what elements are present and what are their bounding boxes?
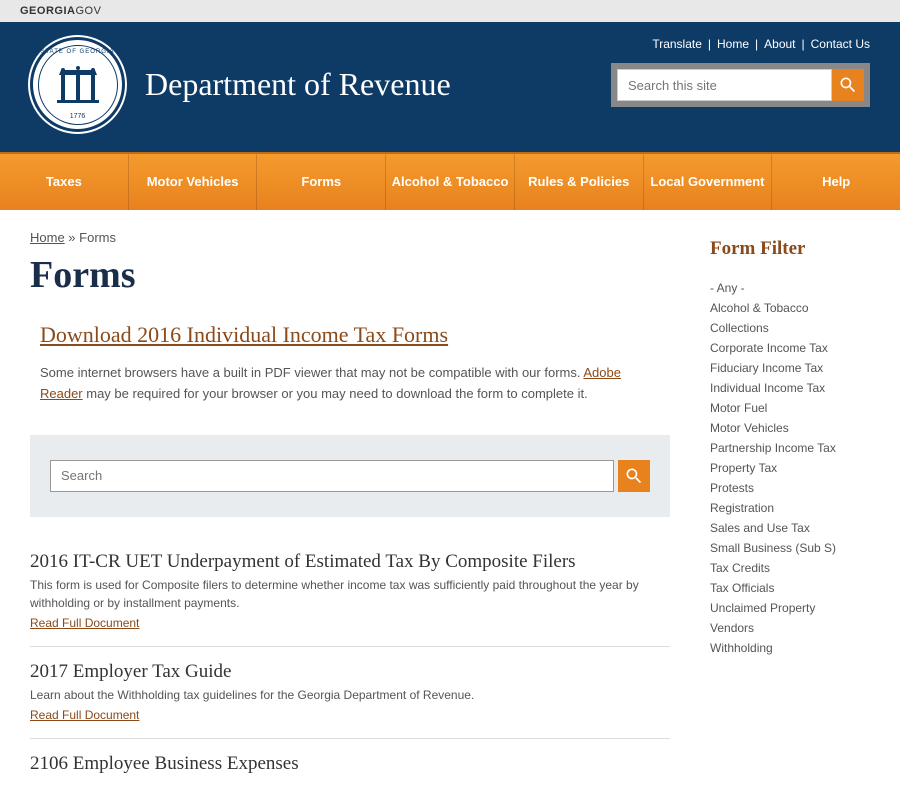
sidebar: Form Filter - Any - Alcohol & Tobacco Co… — [700, 210, 900, 812]
form-item-desc: This form is used for Composite filers t… — [30, 576, 670, 612]
filter-item[interactable]: Individual Income Tax — [710, 378, 880, 398]
form-search-button[interactable] — [618, 460, 650, 492]
read-full-document-link[interactable]: Read Full Document — [30, 616, 139, 630]
breadcrumb-home[interactable]: Home — [30, 230, 65, 245]
form-item: 2017 Employer Tax Guide Learn about the … — [30, 647, 670, 739]
filter-title: Form Filter — [710, 238, 880, 260]
filter-item[interactable]: Unclaimed Property — [710, 598, 880, 618]
filter-item[interactable]: Tax Credits — [710, 558, 880, 578]
seal-year: 1776 — [70, 113, 86, 120]
filter-item[interactable]: Vendors — [710, 618, 880, 638]
page-title: Forms — [30, 253, 670, 297]
filter-item[interactable]: Corporate Income Tax — [710, 338, 880, 358]
form-item-title: 2106 Employee Business Expenses — [30, 753, 670, 775]
site-search-button[interactable] — [832, 69, 864, 101]
link-home[interactable]: Home — [717, 37, 749, 51]
filter-list: - Any - Alcohol & Tobacco Collections Co… — [710, 278, 880, 658]
filter-item[interactable]: Fiduciary Income Tax — [710, 358, 880, 378]
gov-bar-suffix: GOV — [75, 5, 101, 17]
gov-bar: GEORGIAGOV — [0, 0, 900, 22]
filter-item[interactable]: Protests — [710, 478, 880, 498]
search-icon — [624, 466, 644, 486]
main-content: Home » Forms Forms Download 2016 Individ… — [0, 210, 700, 812]
form-item-title: 2017 Employer Tax Guide — [30, 661, 670, 683]
form-search-wrap — [30, 435, 670, 517]
nav-local-government[interactable]: Local Government — [644, 154, 773, 210]
nav-alcohol-tobacco[interactable]: Alcohol & Tobacco — [386, 154, 515, 210]
filter-item[interactable]: Alcohol & Tobacco — [710, 298, 880, 318]
filter-item[interactable]: Sales and Use Tax — [710, 518, 880, 538]
download-forms-link[interactable]: Download 2016 Individual Income Tax Form… — [40, 322, 448, 348]
site-search-wrap — [611, 63, 870, 107]
breadcrumb-current: Forms — [79, 230, 116, 245]
nav-motor-vehicles[interactable]: Motor Vehicles — [129, 154, 258, 210]
header-left: STATE OF GEORGIA 1776 Department of Reve… — [30, 37, 451, 132]
filter-item[interactable]: Registration — [710, 498, 880, 518]
intro-text: Some internet browsers have a built in P… — [40, 363, 660, 405]
nav-rules-policies[interactable]: Rules & Policies — [515, 154, 644, 210]
filter-item[interactable]: Partnership Income Tax — [710, 438, 880, 458]
link-translate[interactable]: Translate — [652, 37, 702, 51]
filter-item[interactable]: Withholding — [710, 638, 880, 658]
search-icon — [838, 75, 858, 95]
state-seal: STATE OF GEORGIA 1776 — [30, 37, 125, 132]
header: STATE OF GEORGIA 1776 Department of Reve… — [0, 22, 900, 152]
filter-item[interactable]: Property Tax — [710, 458, 880, 478]
department-title: Department of Revenue — [145, 66, 451, 103]
nav-help[interactable]: Help — [772, 154, 900, 210]
filter-item[interactable]: Motor Vehicles — [710, 418, 880, 438]
link-contact[interactable]: Contact Us — [811, 37, 870, 51]
filter-item[interactable]: Small Business (Sub S) — [710, 538, 880, 558]
main-nav: Taxes Motor Vehicles Forms Alcohol & Tob… — [0, 152, 900, 210]
link-about[interactable]: About — [764, 37, 795, 51]
header-right: Translate|Home|About|Contact Us — [611, 37, 870, 132]
site-search-input[interactable] — [617, 69, 832, 101]
seal-icon — [53, 60, 103, 110]
filter-item[interactable]: Collections — [710, 318, 880, 338]
nav-taxes[interactable]: Taxes — [0, 154, 129, 210]
nav-forms[interactable]: Forms — [257, 154, 386, 210]
form-item-desc: Learn about the Withholding tax guidelin… — [30, 686, 670, 704]
read-full-document-link[interactable]: Read Full Document — [30, 708, 139, 722]
form-item: 2016 IT-CR UET Underpayment of Estimated… — [30, 537, 670, 647]
content-wrap: Home » Forms Forms Download 2016 Individ… — [0, 210, 900, 812]
breadcrumb: Home » Forms — [30, 230, 670, 245]
gov-bar-prefix: GEORGIA — [20, 5, 75, 17]
filter-item[interactable]: Motor Fuel — [710, 398, 880, 418]
form-item-title: 2016 IT-CR UET Underpayment of Estimated… — [30, 551, 670, 573]
form-item: 2106 Employee Business Expenses — [30, 739, 670, 792]
filter-item[interactable]: Tax Officials — [710, 578, 880, 598]
filter-item[interactable]: - Any - — [710, 278, 880, 298]
top-links: Translate|Home|About|Contact Us — [611, 37, 870, 51]
form-search-input[interactable] — [50, 460, 614, 492]
